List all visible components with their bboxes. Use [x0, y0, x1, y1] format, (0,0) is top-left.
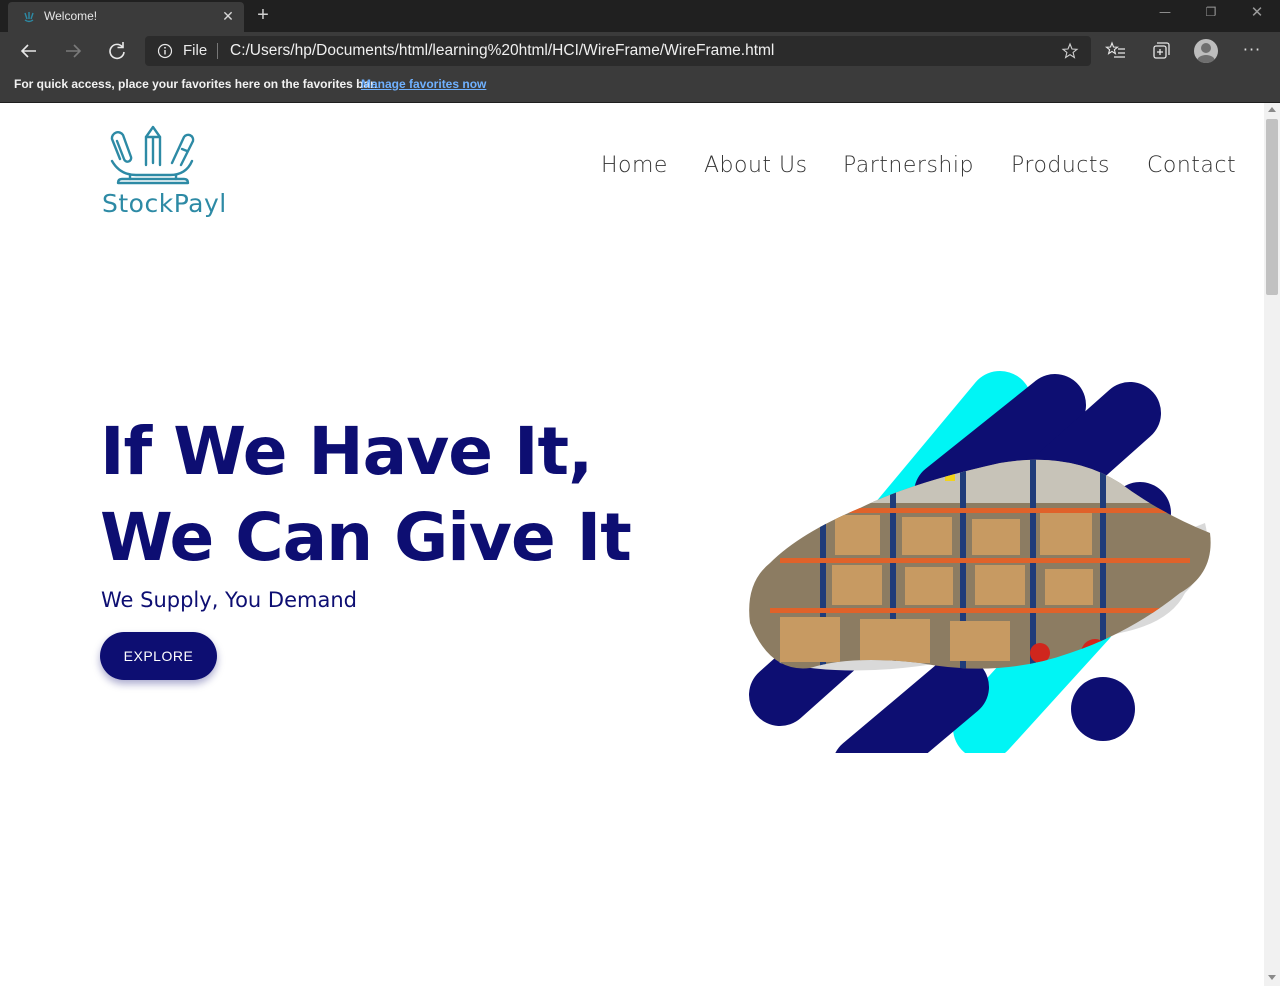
browser-tab[interactable]: Welcome! ✕ — [8, 2, 244, 32]
hero-subtitle: We Supply, You Demand — [101, 588, 357, 612]
page-viewport: StockPayl Home About Us Partnership Prod… — [0, 103, 1264, 986]
address-bar[interactable]: File C:/Users/hp/Documents/html/learning… — [145, 36, 1091, 66]
more-icon[interactable]: ··· — [1240, 39, 1264, 63]
nav-products[interactable]: Products — [1011, 153, 1110, 178]
explore-button[interactable]: EXPLORE — [100, 632, 217, 680]
info-icon[interactable] — [157, 43, 173, 59]
scrollbar-thumb[interactable] — [1266, 119, 1278, 295]
scroll-down-arrow-icon[interactable] — [1268, 975, 1276, 980]
minimize-icon[interactable]: — — [1142, 2, 1188, 26]
url-field[interactable]: C:/Users/hp/Documents/html/learning%20ht… — [230, 42, 774, 60]
tab-strip: Welcome! ✕ + — ❐ ✕ — [0, 0, 1280, 32]
manage-favorites-link[interactable]: Manage favorites now — [361, 77, 486, 91]
address-separator — [217, 43, 218, 59]
collections-icon[interactable] — [1150, 40, 1172, 62]
tab-title: Welcome! — [44, 9, 98, 23]
star-icon[interactable] — [1061, 42, 1079, 60]
reload-icon[interactable] — [102, 36, 132, 66]
favorites-bar-message: For quick access, place your favorites h… — [14, 77, 378, 91]
forward-arrow-icon[interactable] — [58, 36, 88, 66]
person-icon — [1197, 43, 1215, 63]
hero-headline-line-1: If We Have It, — [100, 413, 593, 490]
favicon — [24, 12, 34, 23]
favorites-list-icon[interactable] — [1105, 40, 1127, 62]
back-arrow-icon[interactable] — [14, 36, 44, 66]
nav-home[interactable]: Home — [601, 153, 668, 178]
favorites-bar: For quick access, place your favorites h… — [0, 70, 1280, 102]
scroll-up-arrow-icon[interactable] — [1268, 107, 1276, 112]
nav-partnership[interactable]: Partnership — [843, 153, 974, 178]
plus-icon[interactable]: + — [252, 4, 274, 26]
maximize-icon[interactable]: ❐ — [1188, 2, 1234, 26]
window-close-icon[interactable]: ✕ — [1234, 2, 1280, 26]
nav-about-us[interactable]: About Us — [704, 153, 808, 178]
nav-contact[interactable]: Contact — [1147, 153, 1236, 178]
logo-wordmark: StockPayl — [102, 189, 227, 218]
vertical-scrollbar[interactable] — [1264, 103, 1280, 986]
main-nav: Home About Us Partnership Products Conta… — [0, 153, 1264, 183]
profile-avatar[interactable] — [1194, 39, 1218, 63]
scheme-label: File — [183, 42, 208, 59]
hero-headline-line-2: We Can Give It — [100, 499, 632, 576]
hero-warehouse-illustration — [749, 371, 1211, 753]
browser-toolbar: File C:/Users/hp/Documents/html/learning… — [0, 32, 1280, 70]
close-icon[interactable]: ✕ — [218, 7, 238, 27]
